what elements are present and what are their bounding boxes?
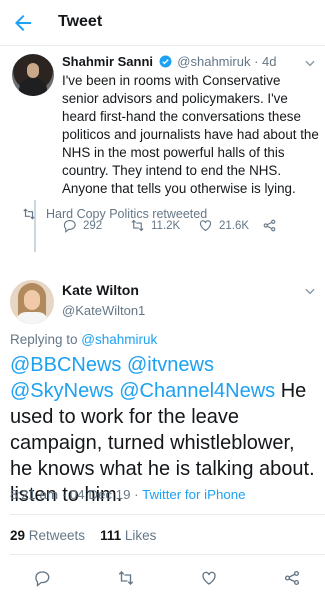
tweet-timestamp: 8:21 am · 04 Dec 19 · bbox=[10, 487, 143, 502]
retweet-note-text: Hard Copy Politics retweeted bbox=[46, 207, 208, 221]
retweet-icon[interactable] bbox=[117, 569, 135, 587]
retweet-icon bbox=[23, 208, 35, 220]
avatar[interactable] bbox=[12, 54, 54, 96]
replying-to: Replying to @shahmiruk bbox=[10, 332, 157, 347]
engagement-counts: 29 Retweets 111 Likes bbox=[10, 528, 156, 543]
reply-icon[interactable] bbox=[33, 569, 51, 587]
author-name[interactable]: Shahmir Sanni bbox=[62, 54, 153, 69]
retweet-note[interactable]: Hard Copy Politics retweeted bbox=[22, 207, 207, 221]
mention-links[interactable]: @BBCNews @itvnews @SkyNews @Channel4News bbox=[10, 354, 275, 402]
verified-badge-icon bbox=[159, 55, 172, 68]
retweet-count: 11.2K bbox=[151, 219, 181, 232]
author-name[interactable]: Kate Wilton bbox=[62, 282, 139, 298]
retweet-total: 29 bbox=[10, 528, 26, 543]
back-arrow-icon[interactable] bbox=[11, 11, 35, 35]
tweet-author-line: Shahmir Sanni @shahmiruk · 4d bbox=[62, 54, 322, 69]
likes-label: Likes bbox=[121, 528, 157, 543]
replying-to-handle-link[interactable]: @shahmiruk bbox=[81, 332, 157, 347]
tweet-action-bar bbox=[0, 556, 325, 600]
tweet-time[interactable]: 4d bbox=[262, 54, 276, 69]
likes-stat[interactable]: 111 Likes bbox=[100, 528, 156, 543]
chevron-down-icon[interactable] bbox=[303, 284, 317, 298]
like-total: 111 bbox=[100, 528, 122, 543]
separator: · bbox=[254, 54, 259, 69]
share-icon[interactable] bbox=[283, 569, 301, 587]
like-icon[interactable] bbox=[200, 569, 218, 587]
replying-to-label: Replying to bbox=[10, 332, 82, 347]
top-bar: Tweet bbox=[0, 0, 325, 46]
divider bbox=[10, 514, 325, 515]
retweets-label: Retweets bbox=[25, 528, 86, 543]
avatar[interactable] bbox=[10, 280, 54, 324]
tweet-meta: 8:21 am · 04 Dec 19 · Twitter for iPhone bbox=[10, 487, 246, 502]
reply-count: 292 bbox=[83, 219, 103, 232]
chevron-down-icon[interactable] bbox=[303, 56, 317, 70]
share-icon bbox=[263, 219, 276, 232]
share-button[interactable] bbox=[262, 218, 277, 233]
like-count: 21.6K bbox=[219, 219, 250, 232]
client-link[interactable]: Twitter for iPhone bbox=[142, 487, 245, 502]
tweet-text: @BBCNews @itvnews @SkyNews @Channel4News… bbox=[10, 352, 322, 508]
author-handle[interactable]: @shahmiruk bbox=[177, 54, 250, 69]
author-handle[interactable]: @KateWilton1 bbox=[62, 303, 145, 318]
retweets-stat[interactable]: 29 Retweets bbox=[10, 528, 85, 543]
page-title: Tweet bbox=[58, 13, 103, 30]
tweet-text: I've been in rooms with Conservative sen… bbox=[62, 73, 319, 196]
divider bbox=[10, 554, 325, 555]
